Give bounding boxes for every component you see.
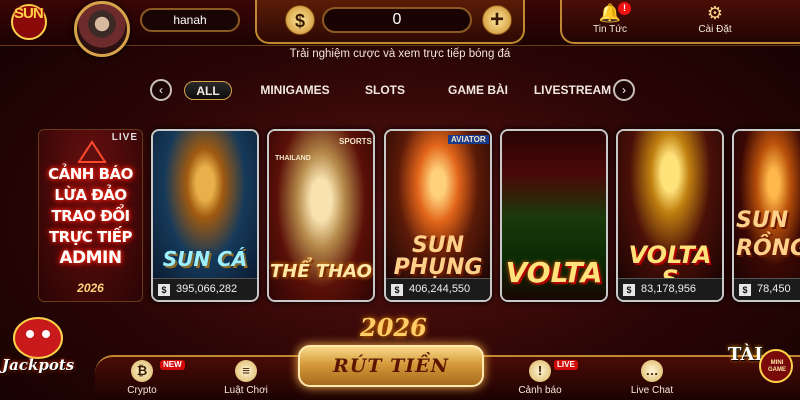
jackpot-bar: $395,066,282 [153,278,257,300]
brand-logo[interactable]: SUN [4,2,66,42]
warning-triangle-icon [77,140,107,163]
jackpots-label: Jackpots [2,356,75,374]
live-line-2: LỪA ĐẢO [54,186,127,204]
live-chat-label: Live Chat [630,385,674,396]
game-card-sun-phung[interactable]: AVIATOR SUN PHỤNG $406,244,550 [384,129,492,302]
currency-icon[interactable]: $ [285,5,315,35]
card-title: SUN PHỤNG [393,233,483,280]
card-title: SUN RỒNG [736,208,800,261]
game-card-volta[interactable]: VOLTA [500,129,608,302]
live-chat-button[interactable]: … Live Chat [620,360,684,396]
live-warning-card[interactable]: LIVE CẢNH BÁO LỪA ĐẢO TRAO ĐỔI TRỰC TIẾP… [38,129,143,302]
warning-button[interactable]: ! LIVE Cảnh báo [508,360,578,396]
game-card-sun-rong[interactable]: SUN RỒNG $78,450 [732,129,800,302]
tab-minigames[interactable]: MINIGAMES [250,81,340,100]
card-title: SUN CÁ [162,247,248,271]
tabs-prev-arrow-icon[interactable]: ‹ [150,79,172,101]
warning-live-badge: LIVE [554,360,578,370]
lion-dance-icon [13,317,63,359]
dollar-icon: $ [623,284,635,296]
live-line-5: ADMIN [59,248,122,268]
minigame-widget[interactable]: TÀI MINI GAME [720,340,800,400]
balance-value: 0 [322,7,472,33]
news-label: Tin Tức [593,24,627,35]
sponsor-thailand: THAILAND [275,155,311,162]
tab-slots[interactable]: SLOTS [355,81,415,100]
warning-icon: ! [529,360,551,382]
chat-bubble-icon: … [641,360,663,382]
crypto-label: Crypto [127,385,157,396]
live-line-3: TRAO ĐỔI [51,207,130,225]
dollar-icon: $ [391,284,403,296]
live-tag: LIVE [111,132,138,143]
dollar-icon: $ [158,284,170,296]
settings-button[interactable]: ⚙ Cài Đặt [680,2,750,42]
card-title: VOLTA [505,256,603,289]
username-display[interactable]: hanah [140,8,240,32]
sponsor-aviator: AVIATOR [448,135,489,144]
game-card-sun-ca[interactable]: SUN CÁ $395,066,282 [151,129,259,302]
crypto-button[interactable]: ₿ NEW Crypto [110,360,185,396]
jackpots-widget[interactable]: Jackpots [0,312,80,382]
card-title: THỂ THAO [270,261,372,282]
minigame-sub-label: MINI GAME [768,360,786,373]
tab-all[interactable]: ALL [184,81,232,100]
warning-label: Cảnh báo [518,385,562,396]
news-button[interactable]: 🔔 ! Tin Tức [580,2,640,42]
withdraw-button[interactable]: RÚT TIỀN [298,345,484,387]
sponsor-sports: SPORTS [339,137,372,146]
jackpot-value: 395,066,282 [176,283,238,295]
tab-livestream[interactable]: LIVESTREAM [530,81,615,100]
jackpot-bar: $406,244,550 [386,278,490,300]
tabs-next-arrow-icon[interactable]: › [613,79,635,101]
live-line-4: TRỰC TIẾP [48,228,133,246]
news-badge: ! [618,2,631,15]
crypto-new-badge: NEW [160,360,185,370]
bitcoin-icon: ₿ [131,360,153,382]
jackpot-value: 83,178,956 [641,283,697,295]
game-card-volta-s[interactable]: VOLTA S $83,178,956 [616,129,724,302]
logo-text: SUN [14,5,44,22]
rules-label: Luật Chơi [224,385,268,396]
marquee-text: Trải nghiệm cược và xem trực tiếp bóng đ… [289,48,511,60]
rules-book-icon: ≡ [235,360,257,382]
bell-icon: 🔔 [598,3,622,23]
jackpot-bar: $83,178,956 [618,278,722,300]
deposit-plus-button[interactable]: + [482,5,512,35]
rules-button[interactable]: ≡ Luật Chơi [214,360,278,396]
dollar-icon: $ [739,284,751,296]
settings-label: Cài Đặt [698,24,732,35]
jackpot-value: 406,244,550 [409,283,471,295]
game-card-the-thao[interactable]: THAILAND SPORTS THỂ THAO [267,129,375,302]
decor-year: 2026 [360,313,427,342]
category-tabs: ‹ ALL MINIGAMES SLOTS GAME BÀI LIVESTREA… [150,79,635,102]
gear-icon: ⚙ [706,3,724,23]
live-line-1: CẢNH BÁO [48,165,133,183]
jackpot-bar: $78,450 [734,278,800,300]
tab-game-bai[interactable]: GAME BÀI [438,81,518,100]
jackpot-value: 78,450 [757,283,791,295]
avatar[interactable] [74,1,130,57]
live-year: 2026 [77,281,104,295]
